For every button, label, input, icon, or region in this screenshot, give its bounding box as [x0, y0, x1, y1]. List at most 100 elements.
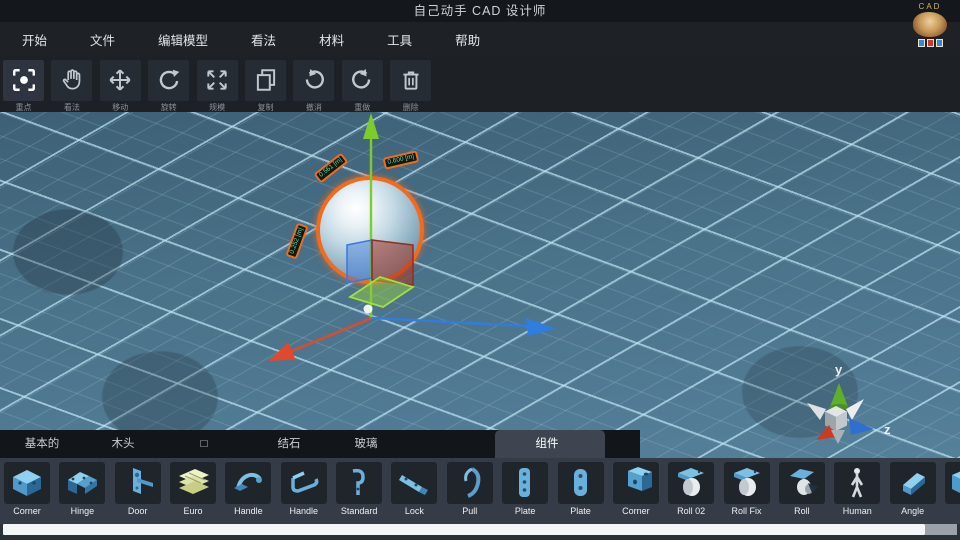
part-tile-t[interactable] — [945, 462, 960, 504]
part-tile-angle[interactable] — [890, 462, 936, 504]
part-label: Lock — [391, 506, 437, 516]
nav-cone-white-nw[interactable] — [807, 403, 826, 420]
tab-components-active[interactable]: 组件 — [536, 430, 559, 458]
lock-part-icon — [391, 463, 437, 503]
orientation-gizmo[interactable]: y z — [807, 362, 891, 444]
redo-icon — [342, 67, 383, 93]
part-label: Plate — [558, 506, 604, 516]
part-label: Standard — [336, 506, 382, 516]
tab-3[interactable]: 结石 — [278, 430, 301, 458]
caster-part-icon — [668, 463, 714, 503]
part-tile-plate[interactable] — [558, 462, 604, 504]
tool-button-copy[interactable] — [245, 60, 286, 101]
human-part-icon — [834, 463, 880, 503]
window-title: 自己动手 CAD 设计师 — [0, 0, 960, 22]
app-window: 自己动手 CAD 设计师 开始 文件 编辑模型 看法 材料 工具 帮助 Sphere 单元 … — [0, 0, 960, 540]
tool-button-trash[interactable] — [390, 60, 431, 101]
scrollbar-thumb[interactable] — [3, 524, 925, 535]
tool-button-redo[interactable] — [342, 60, 383, 101]
menu-item-5[interactable]: 工具 — [387, 30, 412, 49]
trash-icon — [390, 67, 431, 93]
menu-item-2[interactable]: 编辑模型 — [158, 30, 208, 49]
part-tile-human[interactable] — [834, 462, 880, 504]
angle-part-icon — [890, 463, 936, 503]
z-axis-gizmo[interactable] — [372, 318, 556, 336]
3d-viewport[interactable]: y z 0.561 [m]0.600 [m]0.252 [m] — [0, 112, 960, 458]
undo-icon — [293, 67, 334, 93]
hinge-part-icon — [59, 463, 105, 503]
part-label: Roll Fix — [724, 506, 770, 516]
part-tile-roll-02[interactable] — [668, 462, 714, 504]
copy-icon — [245, 67, 286, 93]
menu-bar: 开始 文件 编辑模型 看法 材料 工具 帮助 — [0, 22, 960, 57]
menu-item-0[interactable]: 开始 — [22, 30, 47, 49]
tool-button-undo[interactable] — [293, 60, 334, 101]
part-tile-corner[interactable] — [613, 462, 659, 504]
menu-item-1[interactable]: 文件 — [90, 30, 115, 49]
part-tile-hinge[interactable] — [59, 462, 105, 504]
tool-button-hand[interactable] — [51, 60, 92, 101]
scale-icon — [197, 67, 238, 93]
part-label: Angle — [890, 506, 936, 516]
part-label: Roll 02 — [668, 506, 714, 516]
x-axis-gizmo[interactable] — [268, 318, 372, 361]
nav-label-y: y — [835, 362, 843, 377]
parts-scrollbar[interactable] — [0, 524, 960, 535]
tool-button-scale[interactable] — [197, 60, 238, 101]
part-label: Corner — [613, 506, 659, 516]
part-label: Roll — [779, 506, 825, 516]
category-tab-bar: 基本的 木头 □ 结石 玻璃 组件 — [0, 430, 640, 458]
focus-icon — [3, 67, 44, 93]
title-bar: 自己动手 CAD 设计师 — [0, 0, 960, 22]
logo-cad-text: CAD — [903, 2, 957, 11]
plate3-part-icon — [502, 463, 548, 503]
bracket2-part-icon — [613, 463, 659, 503]
rotate-icon — [148, 67, 189, 93]
menu-item-4[interactable]: 材料 — [319, 30, 344, 49]
tab-1[interactable]: 木头 — [112, 430, 135, 458]
part-tile-roll[interactable] — [779, 462, 825, 504]
part-tile-euro[interactable] — [170, 462, 216, 504]
move-icon — [100, 67, 141, 93]
nav-cone-y[interactable] — [830, 383, 848, 407]
origin-dot — [364, 305, 373, 314]
part-label: Pull — [447, 506, 493, 516]
menu-item-3[interactable]: 看法 — [251, 30, 276, 49]
part-tile-handle[interactable] — [225, 462, 271, 504]
part-label: Human — [834, 506, 880, 516]
part-tile-lock[interactable] — [391, 462, 437, 504]
part-tile-standard[interactable] — [336, 462, 382, 504]
menu-item-6[interactable]: 帮助 — [455, 30, 480, 49]
part-tile-handle[interactable] — [281, 462, 327, 504]
tab-4[interactable]: 玻璃 — [355, 430, 378, 458]
tpart-part-icon — [945, 463, 960, 503]
scrollbar-track-end — [925, 524, 957, 535]
part-tile-plate[interactable] — [502, 462, 548, 504]
tool-button-move[interactable] — [100, 60, 141, 101]
pallet-part-icon — [170, 463, 216, 503]
bracket-part-icon — [4, 463, 50, 503]
nav-cone-z[interactable] — [849, 418, 874, 435]
gizmo-overlay: y z — [0, 112, 960, 458]
caster2-part-icon — [779, 463, 825, 503]
toolbar: Sphere 单元 Meter ▾ 位置 [m]X-0.561Y0Z-0.252… — [0, 57, 960, 112]
part-tile-roll-fix[interactable] — [724, 462, 770, 504]
plane-handle-blue[interactable] — [347, 240, 372, 283]
nav-label-z: z — [884, 422, 891, 437]
part-tile-corner[interactable] — [4, 462, 50, 504]
tab-2[interactable]: □ — [201, 430, 208, 458]
tab-0[interactable]: 基本的 — [25, 430, 60, 458]
nav-cone-white-ne[interactable] — [846, 399, 864, 420]
part-label: Euro — [170, 506, 216, 516]
part-label: Door — [115, 506, 161, 516]
part-tile-door[interactable] — [115, 462, 161, 504]
plate2-part-icon — [558, 463, 604, 503]
part-tile-pull[interactable] — [447, 462, 493, 504]
tool-button-rotate[interactable] — [148, 60, 189, 101]
doorhandle-part-icon — [115, 463, 161, 503]
part-label: Handle — [225, 506, 271, 516]
standard-part-icon — [336, 463, 382, 503]
tool-button-focus[interactable] — [3, 60, 44, 101]
handle2-part-icon — [281, 463, 327, 503]
logo-blocks — [903, 39, 957, 47]
